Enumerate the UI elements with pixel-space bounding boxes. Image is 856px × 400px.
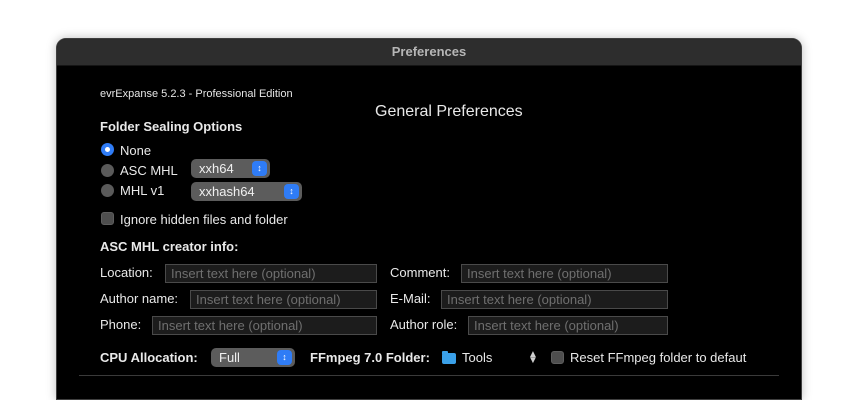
preferences-window: Preferences evrExpanse 5.2.3 - Professio… (56, 38, 802, 400)
cpu-allocation-label: CPU Allocation: (100, 350, 198, 365)
cpu-allocation-value: Full (219, 350, 240, 365)
folder-sealing-heading: Folder Sealing Options (100, 119, 243, 134)
location-label: Location: (100, 265, 153, 280)
asc-mhl-hash-value: xxh64 (199, 161, 234, 176)
window-title: Preferences (391, 44, 467, 59)
radio-asc-mhl-label[interactable]: ASC MHL (120, 163, 178, 178)
chevron-updown-icon: ↕ (252, 161, 267, 176)
email-field[interactable] (441, 290, 668, 309)
comment-field[interactable] (461, 264, 668, 283)
section-divider (79, 375, 779, 376)
chevron-updown-icon: ↕ (284, 184, 299, 199)
radio-none-label[interactable]: None (120, 143, 151, 158)
ffmpeg-folder-label: FFmpeg 7.0 Folder: (310, 350, 430, 365)
ignore-hidden-checkbox[interactable] (101, 212, 114, 225)
page-title: General Preferences (375, 103, 523, 120)
reset-ffmpeg-checkbox[interactable] (551, 351, 564, 364)
creator-info-heading: ASC MHL creator info: (100, 239, 239, 254)
cpu-allocation-select[interactable]: Full ↕ (211, 348, 295, 367)
radio-mhl-v1[interactable] (101, 184, 114, 197)
author-role-label: Author role: (390, 317, 458, 332)
chevron-updown-icon: ↕ (277, 350, 292, 365)
reset-ffmpeg-label[interactable]: Reset FFmpeg folder to defaut (570, 350, 746, 365)
phone-label: Phone: (100, 317, 142, 332)
updown-chevron-icon[interactable]: ▲ ▼ (528, 350, 538, 366)
location-field[interactable] (165, 264, 377, 283)
email-label: E-Mail: (390, 291, 431, 306)
author-name-field[interactable] (190, 290, 377, 309)
title-bar[interactable]: Preferences (57, 39, 801, 66)
author-name-label: Author name: (100, 291, 179, 306)
author-role-field[interactable] (468, 316, 668, 335)
radio-none[interactable] (101, 143, 114, 156)
radio-mhl-v1-label[interactable]: MHL v1 (120, 183, 164, 198)
comment-label: Comment: (390, 265, 450, 280)
app-version: evrExpanse 5.2.3 - Professional Edition (100, 88, 293, 100)
phone-field[interactable] (152, 316, 377, 335)
asc-mhl-hash-select[interactable]: xxh64 ↕ (191, 159, 270, 178)
ignore-hidden-label[interactable]: Ignore hidden files and folder (120, 212, 288, 227)
radio-asc-mhl[interactable] (101, 164, 114, 177)
mhl-v1-hash-select[interactable]: xxhash64 ↕ (191, 182, 302, 201)
mhl-v1-hash-value: xxhash64 (199, 184, 255, 199)
folder-icon (442, 351, 456, 364)
ffmpeg-folder-value[interactable]: Tools (462, 350, 492, 365)
